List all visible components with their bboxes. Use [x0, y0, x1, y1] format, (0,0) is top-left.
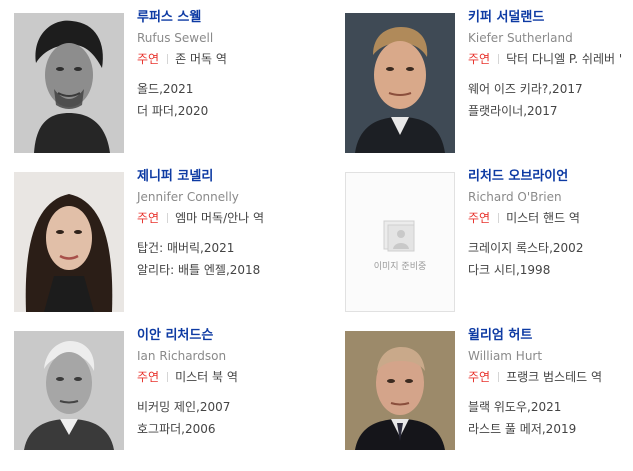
- role-tag: 주연: [468, 370, 491, 384]
- work-link[interactable]: 다크 시티,1998: [468, 262, 633, 278]
- actor-photo[interactable]: [345, 331, 455, 450]
- role-name: 닥터 다니엘 P. 쉬레버 ': [506, 52, 623, 66]
- actor-english-name: Richard O'Brien: [468, 190, 562, 204]
- cast-card: 제니퍼 코넬리 Jennifer Connelly 주연 엠마 머독/안나 역 탑…: [14, 169, 317, 312]
- work-link[interactable]: 호그파더,2006: [137, 421, 317, 437]
- role-line: 주연 존 머독 역: [137, 51, 317, 67]
- actor-name[interactable]: 키퍼 서덜랜드: [468, 10, 633, 26]
- filmography: 탑건: 매버릭,2021 알리타: 배틀 엔젤,2018: [137, 240, 317, 278]
- role-name: 프랭크 범스테드 역: [506, 370, 603, 384]
- role-name: 엠마 머독/안나 역: [175, 211, 265, 225]
- actor-name[interactable]: 루퍼스 스웰: [137, 10, 317, 26]
- work-link[interactable]: 플랫라이너,2017: [468, 103, 633, 119]
- divider: [498, 372, 500, 382]
- actor-english-name: Rufus Sewell: [137, 31, 214, 45]
- image-placeholder[interactable]: 이미지 준비중: [345, 172, 455, 312]
- role-tag: 주연: [137, 370, 160, 384]
- work-link[interactable]: 웨어 이즈 키라?,2017: [468, 81, 633, 97]
- role-line: 주연 미스터 북 역: [137, 369, 317, 385]
- actor-photo[interactable]: [345, 13, 455, 153]
- filmography: 블랙 위도우,2021 라스트 풀 메저,2019: [468, 399, 633, 437]
- cast-info: 루퍼스 스웰 Rufus Sewell 주연 존 머독 역 올드,2021 더 파…: [137, 10, 317, 125]
- cast-info: 제니퍼 코넬리 Jennifer Connelly 주연 엠마 머독/안나 역 탑…: [137, 169, 317, 284]
- cast-info: 키퍼 서덜랜드 Kiefer Sutherland 주연 닥터 다니엘 P. 쉬레…: [468, 10, 633, 125]
- cast-card: 이미지 준비중 리처드 오브라이언 Richard O'Brien 주연 미스터 …: [345, 169, 633, 312]
- actor-name[interactable]: 제니퍼 코넬리: [137, 169, 317, 185]
- role-name: 존 머독 역: [175, 52, 227, 66]
- actor-english-name: Ian Richardson: [137, 349, 227, 363]
- work-link[interactable]: 크레이지 록스타,2002: [468, 240, 633, 256]
- work-link[interactable]: 더 파더,2020: [137, 103, 317, 119]
- work-link[interactable]: 탑건: 매버릭,2021: [137, 240, 317, 256]
- filmography: 비커밍 제인,2007 호그파더,2006: [137, 399, 317, 437]
- role-tag: 주연: [137, 52, 160, 66]
- cast-card: 윌리엄 허트 William Hurt 주연 프랭크 범스테드 역 블랙 위도우,…: [345, 328, 633, 471]
- cast-card: 키퍼 서덜랜드 Kiefer Sutherland 주연 닥터 다니엘 P. 쉬레…: [345, 10, 633, 153]
- actor-photo[interactable]: [14, 13, 124, 153]
- role-line: 주연 닥터 다니엘 P. 쉬레버 ': [468, 51, 633, 67]
- filmography: 웨어 이즈 키라?,2017 플랫라이너,2017: [468, 81, 633, 119]
- role-name: 미스터 핸드 역: [506, 211, 580, 225]
- work-link[interactable]: 라스트 풀 메저,2019: [468, 421, 633, 437]
- cast-grid: 루퍼스 스웰 Rufus Sewell 주연 존 머독 역 올드,2021 더 파…: [0, 0, 633, 450]
- role-line: 주연 미스터 핸드 역: [468, 210, 633, 226]
- cast-info: 리처드 오브라이언 Richard O'Brien 주연 미스터 핸드 역 크레이…: [468, 169, 633, 284]
- cast-card: 이안 리처드슨 Ian Richardson 주연 미스터 북 역 비커밍 제인,…: [14, 328, 317, 471]
- work-link[interactable]: 비커밍 제인,2007: [137, 399, 317, 415]
- cast-card: 루퍼스 스웰 Rufus Sewell 주연 존 머독 역 올드,2021 더 파…: [14, 10, 317, 153]
- divider: [167, 372, 169, 382]
- role-line: 주연 엠마 머독/안나 역: [137, 210, 317, 226]
- cast-info: 윌리엄 허트 William Hurt 주연 프랭크 범스테드 역 블랙 위도우,…: [468, 328, 633, 443]
- photo-placeholder-icon: [383, 220, 415, 252]
- filmography: 올드,2021 더 파더,2020: [137, 81, 317, 119]
- actor-photo[interactable]: [14, 331, 124, 450]
- role-tag: 주연: [468, 52, 491, 66]
- divider: [167, 54, 169, 64]
- actor-name[interactable]: 이안 리처드슨: [137, 328, 317, 344]
- role-name: 미스터 북 역: [175, 370, 238, 384]
- role-line: 주연 프랭크 범스테드 역: [468, 369, 633, 385]
- actor-english-name: William Hurt: [468, 349, 543, 363]
- filmography: 크레이지 록스타,2002 다크 시티,1998: [468, 240, 633, 278]
- divider: [167, 213, 169, 223]
- role-tag: 주연: [137, 211, 160, 225]
- actor-name[interactable]: 리처드 오브라이언: [468, 169, 633, 185]
- work-link[interactable]: 올드,2021: [137, 81, 317, 97]
- actor-photo[interactable]: [14, 172, 124, 312]
- cast-info: 이안 리처드슨 Ian Richardson 주연 미스터 북 역 비커밍 제인,…: [137, 328, 317, 443]
- placeholder-label: 이미지 준비중: [373, 262, 427, 272]
- actor-english-name: Jennifer Connelly: [137, 190, 239, 204]
- actor-english-name: Kiefer Sutherland: [468, 31, 573, 45]
- divider: [498, 213, 500, 223]
- actor-name[interactable]: 윌리엄 허트: [468, 328, 633, 344]
- work-link[interactable]: 블랙 위도우,2021: [468, 399, 633, 415]
- divider: [498, 54, 500, 64]
- work-link[interactable]: 알리타: 배틀 엔젤,2018: [137, 262, 317, 278]
- role-tag: 주연: [468, 211, 491, 225]
